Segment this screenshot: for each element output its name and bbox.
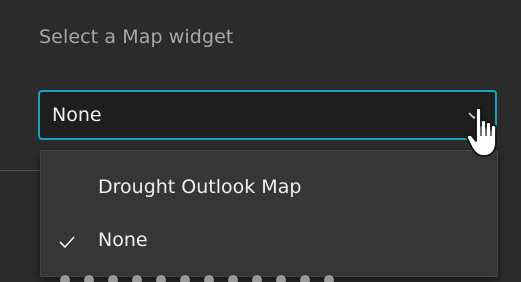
map-widget-settings-panel: Select a Map widget None Drought Outlook…: [0, 0, 521, 282]
map-widget-label: Select a Map widget: [39, 26, 234, 48]
option-label: None: [98, 229, 148, 251]
map-widget-dropdown-menu: Drought Outlook Map None: [40, 150, 498, 277]
map-widget-select[interactable]: None: [38, 90, 497, 140]
hand-pointer-cursor: [465, 107, 497, 157]
option-label: Drought Outlook Map: [98, 176, 302, 198]
divider: [0, 170, 40, 171]
option-drought-outlook-map[interactable]: Drought Outlook Map: [41, 164, 497, 214]
option-none[interactable]: None: [41, 217, 497, 267]
obscured-content: [60, 270, 360, 282]
selected-value: None: [52, 104, 102, 126]
check-icon: [59, 236, 75, 249]
